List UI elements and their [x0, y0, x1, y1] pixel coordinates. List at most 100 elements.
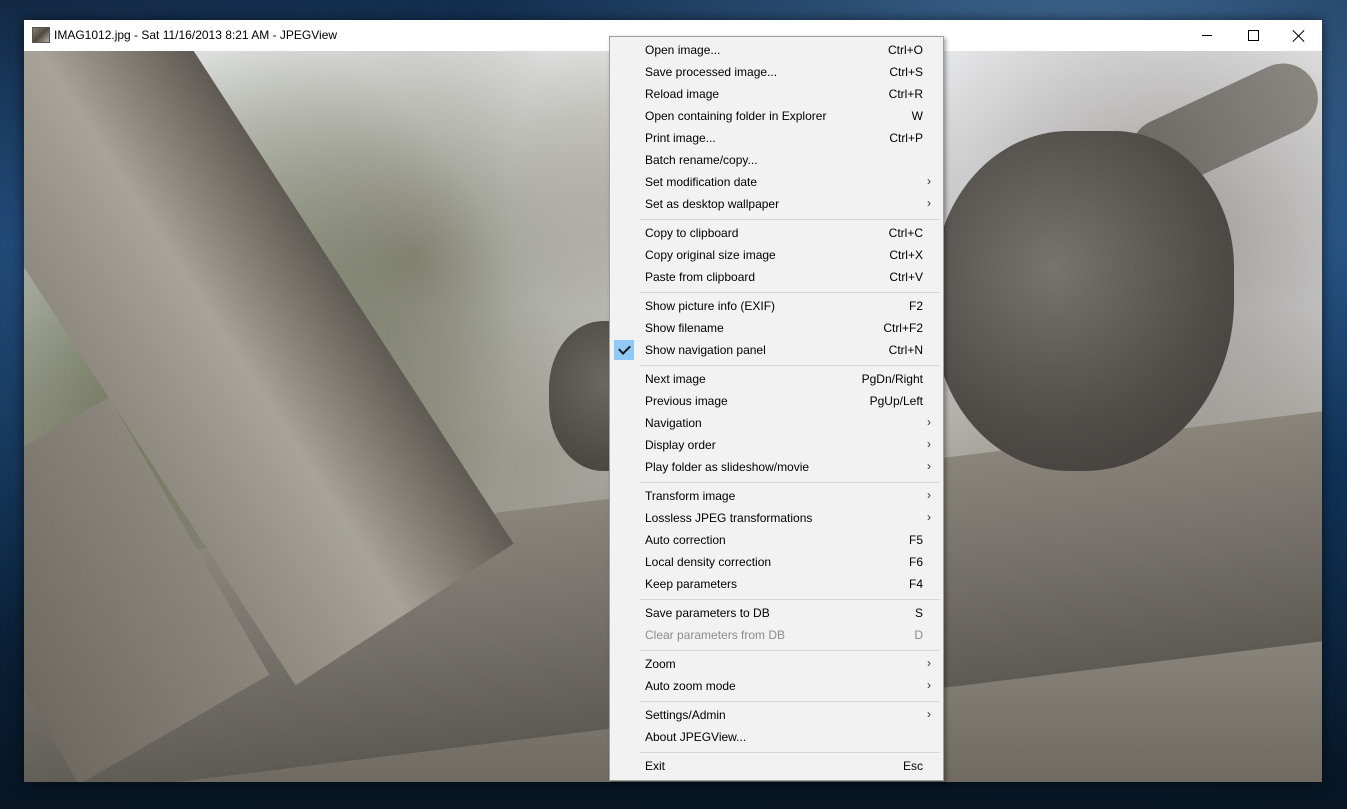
minimize-button[interactable]: [1184, 20, 1230, 51]
menu-item-shortcut: Esc: [902, 759, 923, 773]
menu-item-shortcut: Ctrl+C: [888, 226, 923, 240]
menu-item-shortcut: F2: [908, 299, 923, 313]
submenu-arrow-icon: ›: [927, 415, 931, 429]
menu-item-label: Exit: [645, 759, 666, 773]
menu-item-label: Clear parameters from DB: [645, 628, 786, 642]
menu-item-transform-image[interactable]: Transform image ›: [612, 485, 941, 507]
menu-item-copy-original-size[interactable]: Copy original size image Ctrl+X: [612, 244, 941, 266]
menu-item-shortcut: D: [914, 628, 923, 642]
menu-item-label: Auto zoom mode: [645, 679, 736, 693]
app-icon: [32, 27, 50, 43]
close-button[interactable]: [1276, 20, 1322, 51]
window-title: IMAG1012.jpg - Sat 11/16/2013 8:21 AM - …: [54, 28, 338, 42]
checkmark-icon: [614, 340, 634, 360]
menu-item-label: Previous image: [645, 394, 728, 408]
menu-item-show-filename[interactable]: Show filename Ctrl+F2: [612, 317, 941, 339]
submenu-arrow-icon: ›: [927, 488, 931, 502]
context-menu: Open image... Ctrl+O Save processed image…: [609, 36, 944, 781]
menu-item-local-density-correction[interactable]: Local density correction F6: [612, 551, 941, 573]
menu-item-shortcut: Ctrl+X: [889, 248, 923, 262]
menu-item-next-image[interactable]: Next image PgDn/Right: [612, 368, 941, 390]
minimize-icon: [1202, 35, 1212, 36]
menu-item-lossless-jpeg[interactable]: Lossless JPEG transformations ›: [612, 507, 941, 529]
menu-item-label: Print image...: [645, 131, 716, 145]
menu-item-zoom[interactable]: Zoom ›: [612, 653, 941, 675]
menu-item-navigation[interactable]: Navigation ›: [612, 412, 941, 434]
submenu-arrow-icon: ›: [927, 196, 931, 210]
close-icon: [1293, 30, 1305, 42]
menu-item-auto-correction[interactable]: Auto correction F5: [612, 529, 941, 551]
submenu-arrow-icon: ›: [927, 707, 931, 721]
menu-item-label: Auto correction: [645, 533, 726, 547]
menu-item-paste-from-clipboard[interactable]: Paste from clipboard Ctrl+V: [612, 266, 941, 288]
menu-item-batch-rename[interactable]: Batch rename/copy...: [612, 149, 941, 171]
menu-item-label: Show picture info (EXIF): [645, 299, 776, 313]
menu-item-save-parameters-db[interactable]: Save parameters to DB S: [612, 602, 941, 624]
menu-separator: [640, 482, 940, 483]
menu-item-display-order[interactable]: Display order ›: [612, 434, 941, 456]
menu-separator: [640, 701, 940, 702]
maximize-icon: [1247, 30, 1259, 41]
menu-item-save-processed-image[interactable]: Save processed image... Ctrl+S: [612, 61, 941, 83]
menu-item-shortcut: F6: [908, 555, 923, 569]
menu-item-shortcut: Ctrl+S: [889, 65, 923, 79]
menu-item-label: Save parameters to DB: [645, 606, 770, 620]
menu-item-label: Display order: [645, 438, 716, 452]
menu-separator: [640, 752, 940, 753]
menu-item-label: Copy to clipboard: [645, 226, 739, 240]
submenu-arrow-icon: ›: [927, 174, 931, 188]
menu-item-shortcut: F5: [908, 533, 923, 547]
menu-item-label: Lossless JPEG transformations: [645, 511, 813, 525]
menu-item-label: Show navigation panel: [645, 343, 766, 357]
menu-item-shortcut: W: [911, 109, 923, 123]
submenu-arrow-icon: ›: [927, 678, 931, 692]
menu-item-open-containing-folder[interactable]: Open containing folder in Explorer W: [612, 105, 941, 127]
submenu-arrow-icon: ›: [927, 437, 931, 451]
menu-item-label: Show filename: [645, 321, 724, 335]
menu-item-label: Local density correction: [645, 555, 772, 569]
maximize-button[interactable]: [1230, 20, 1276, 51]
menu-item-play-slideshow[interactable]: Play folder as slideshow/movie ›: [612, 456, 941, 478]
menu-item-shortcut: PgDn/Right: [861, 372, 923, 386]
menu-item-label: Navigation: [645, 416, 702, 430]
menu-item-label: Save processed image...: [645, 65, 778, 79]
submenu-arrow-icon: ›: [927, 510, 931, 524]
menu-item-set-desktop-wallpaper[interactable]: Set as desktop wallpaper ›: [612, 193, 941, 215]
menu-item-label: Reload image: [645, 87, 720, 101]
menu-item-print-image[interactable]: Print image... Ctrl+P: [612, 127, 941, 149]
submenu-arrow-icon: ›: [927, 656, 931, 670]
menu-item-settings-admin[interactable]: Settings/Admin ›: [612, 704, 941, 726]
menu-item-about[interactable]: About JPEGView...: [612, 726, 941, 748]
menu-item-label: Open containing folder in Explorer: [645, 109, 827, 123]
menu-item-reload-image[interactable]: Reload image Ctrl+R: [612, 83, 941, 105]
menu-item-copy-to-clipboard[interactable]: Copy to clipboard Ctrl+C: [612, 222, 941, 244]
menu-item-previous-image[interactable]: Previous image PgUp/Left: [612, 390, 941, 412]
menu-item-label: Zoom: [645, 657, 676, 671]
menu-item-open-image[interactable]: Open image... Ctrl+O: [612, 39, 941, 61]
menu-item-label: Next image: [645, 372, 706, 386]
menu-item-shortcut: Ctrl+V: [889, 270, 923, 284]
menu-item-label: Copy original size image: [645, 248, 776, 262]
menu-separator: [640, 599, 940, 600]
menu-item-label: Open image...: [645, 43, 721, 57]
menu-item-set-modification-date[interactable]: Set modification date ›: [612, 171, 941, 193]
menu-item-label: Play folder as slideshow/movie: [645, 460, 810, 474]
menu-item-shortcut: F4: [908, 577, 923, 591]
menu-separator: [640, 650, 940, 651]
menu-item-label: About JPEGView...: [645, 730, 747, 744]
menu-item-shortcut: Ctrl+R: [888, 87, 923, 101]
menu-item-keep-parameters[interactable]: Keep parameters F4: [612, 573, 941, 595]
menu-separator: [640, 292, 940, 293]
menu-item-auto-zoom-mode[interactable]: Auto zoom mode ›: [612, 675, 941, 697]
menu-item-shortcut: S: [914, 606, 923, 620]
submenu-arrow-icon: ›: [927, 459, 931, 473]
menu-item-label: Batch rename/copy...: [645, 153, 758, 167]
menu-item-label: Set as desktop wallpaper: [645, 197, 780, 211]
menu-item-shortcut: PgUp/Left: [869, 394, 923, 408]
menu-item-shortcut: Ctrl+F2: [883, 321, 923, 335]
menu-item-show-navigation-panel[interactable]: Show navigation panel Ctrl+N: [612, 339, 941, 361]
menu-item-show-picture-info[interactable]: Show picture info (EXIF) F2: [612, 295, 941, 317]
menu-item-label: Transform image: [645, 489, 736, 503]
menu-item-exit[interactable]: Exit Esc: [612, 755, 941, 777]
menu-item-clear-parameters-db: Clear parameters from DB D: [612, 624, 941, 646]
